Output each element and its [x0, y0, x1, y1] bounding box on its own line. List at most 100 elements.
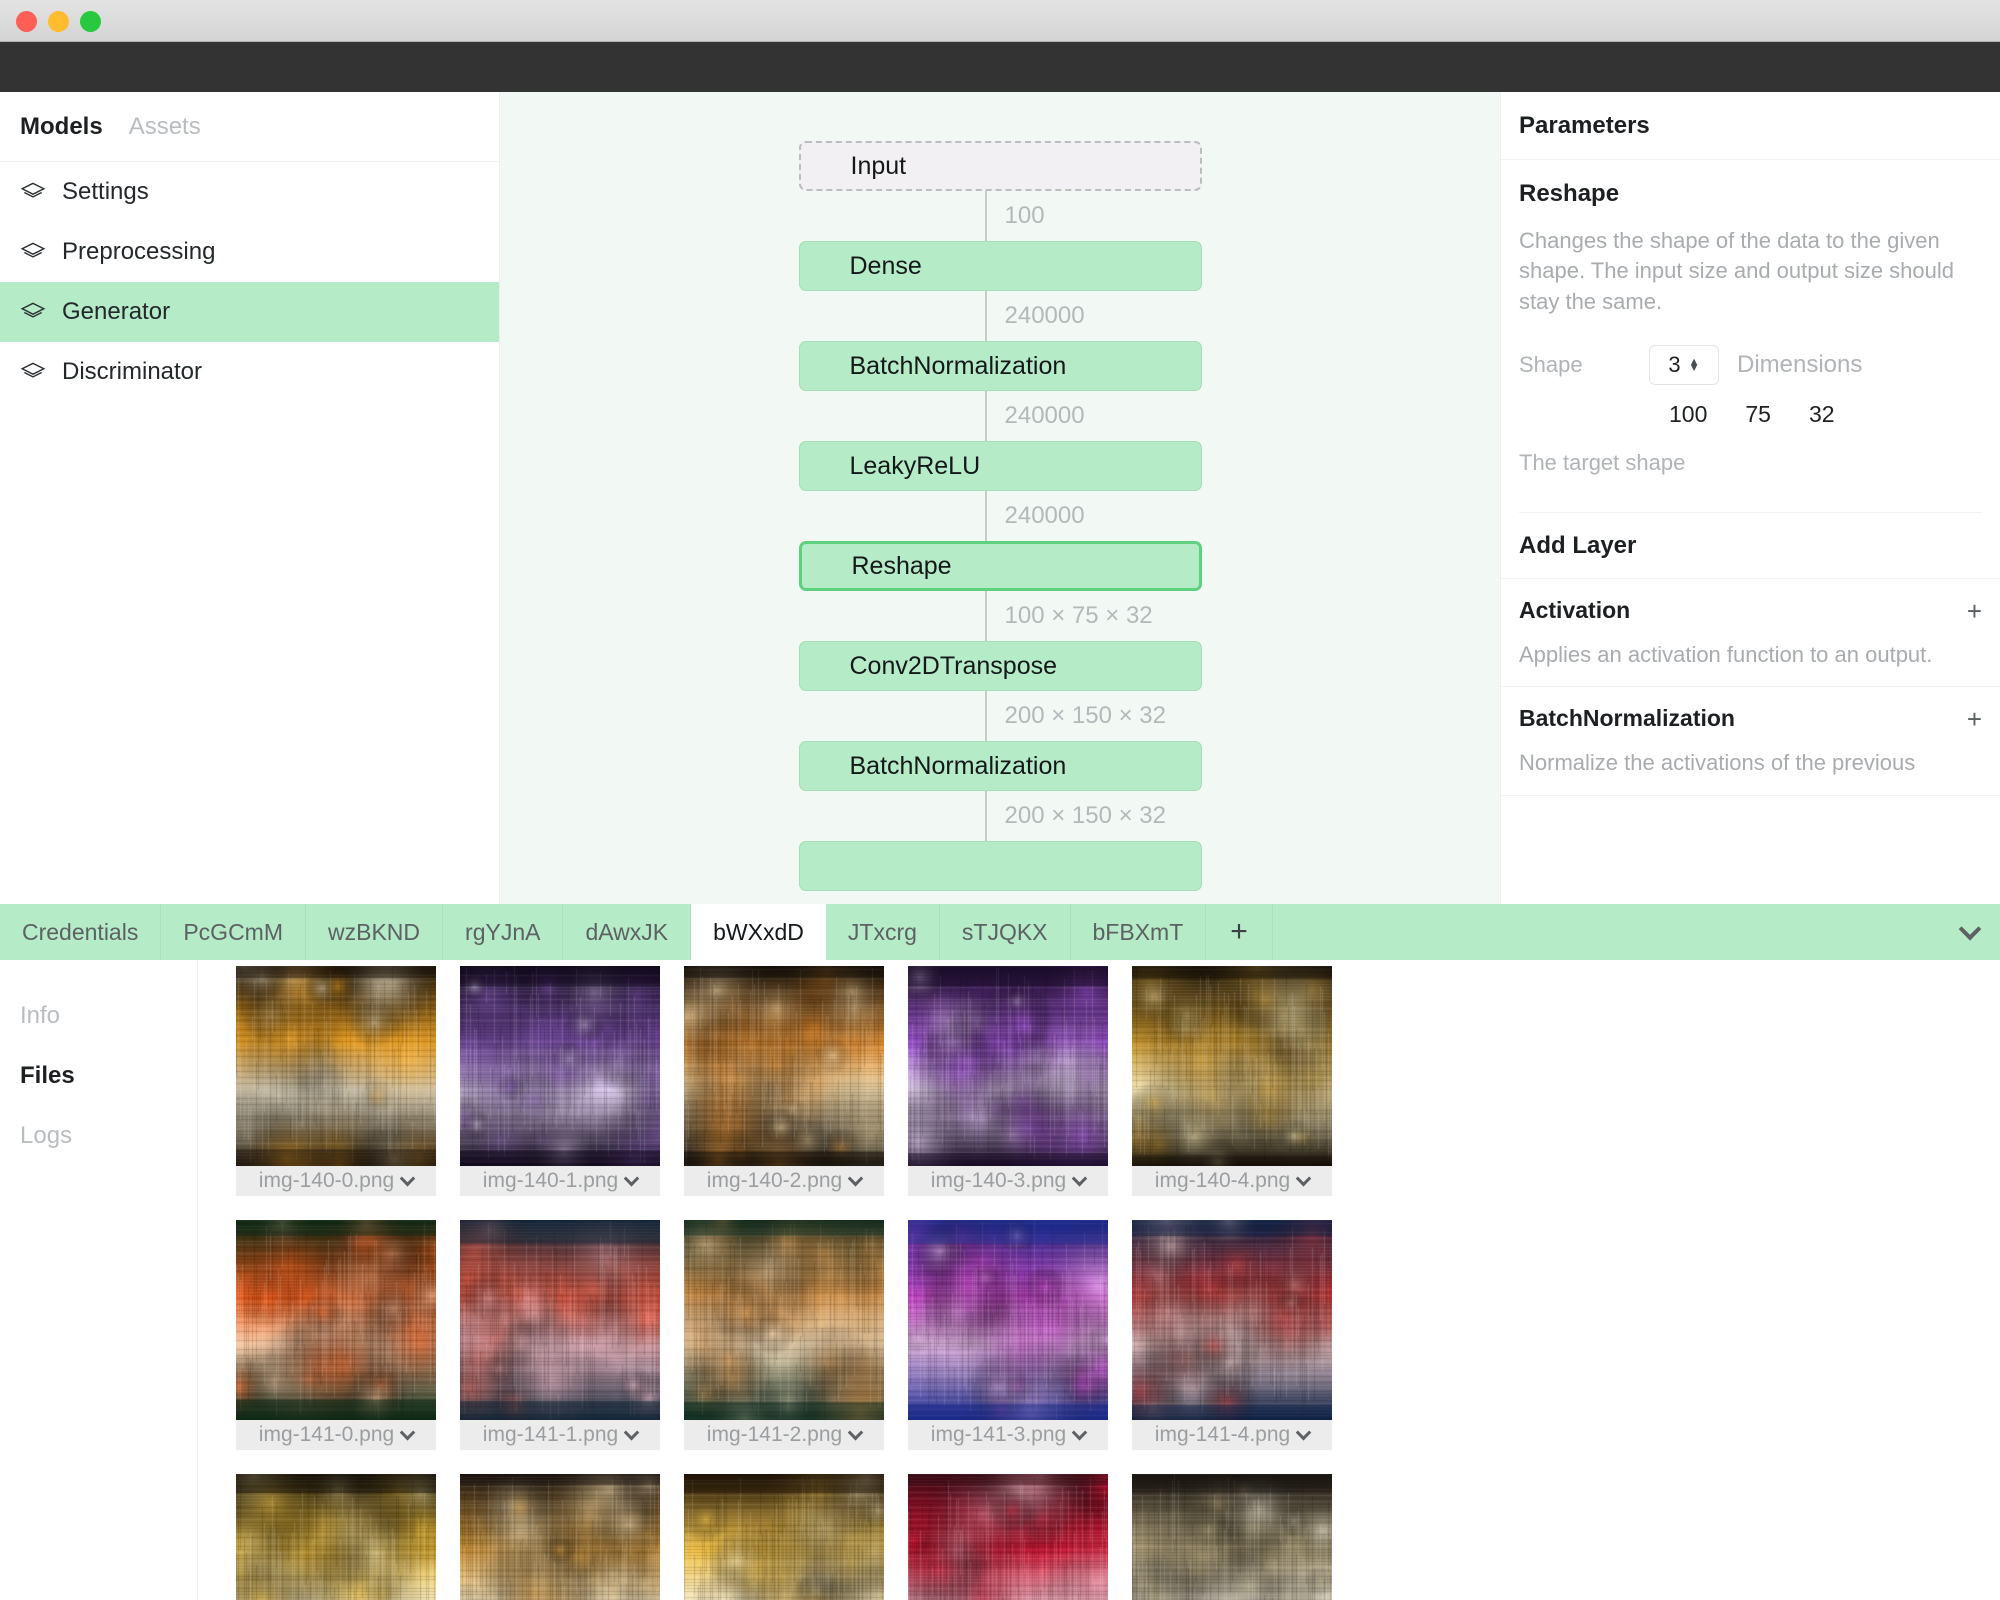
drawer-tab-credentials[interactable]: Credentials	[0, 904, 162, 960]
chevron-down-icon[interactable]	[399, 1170, 416, 1186]
file-caption[interactable]: img-141-3.png	[908, 1420, 1108, 1450]
file-thumbnail[interactable]	[236, 966, 436, 1166]
add-layer-item-activation[interactable]: Activation + Applies an activation funct…	[1501, 579, 2000, 688]
file-thumbnail[interactable]	[684, 1220, 884, 1420]
sidebar-item-discriminator[interactable]: Discriminator	[0, 342, 499, 402]
file-caption[interactable]: img-140-0.png	[236, 1166, 436, 1196]
drawer-nav-logs[interactable]: Logs	[0, 1122, 197, 1182]
file-cell[interactable]: img-142-2.png	[684, 1474, 884, 1600]
sidebar-item-generator[interactable]: Generator	[0, 282, 499, 342]
shape-dim-2[interactable]: 32	[1809, 401, 1835, 428]
chevron-down-icon[interactable]	[847, 1170, 864, 1186]
graph-edge: 100	[799, 191, 1202, 241]
minimize-button[interactable]	[48, 11, 69, 32]
sidebar-item-label: Settings	[62, 178, 149, 205]
file-cell[interactable]: img-141-1.png	[460, 1220, 660, 1450]
drawer-tab-bfbxmt[interactable]: bFBXmT	[1071, 904, 1207, 960]
graph-node-conv2dtranspose[interactable]: Conv2DTranspose	[798, 641, 1202, 691]
drawer-tab-dawxjk[interactable]: dAwxJK	[563, 904, 692, 960]
file-thumbnail[interactable]	[236, 1474, 436, 1600]
file-thumbnail[interactable]	[908, 1474, 1108, 1600]
file-cell[interactable]: img-140-0.png	[236, 966, 436, 1196]
shape-dimensions-stepper[interactable]: 3 ▲ ▼	[1649, 345, 1719, 386]
tab-models[interactable]: Models	[20, 113, 103, 141]
add-tab-button[interactable]: +	[1206, 904, 1273, 960]
chevron-down-icon[interactable]	[623, 1424, 640, 1440]
file-cell[interactable]: img-141-2.png	[684, 1220, 884, 1450]
chevron-down-icon[interactable]	[623, 1170, 640, 1186]
graph-node-dense[interactable]: Dense	[798, 241, 1202, 291]
file-caption[interactable]: img-140-4.png	[1132, 1166, 1332, 1196]
file-cell[interactable]: img-142-4.png	[1132, 1474, 1332, 1600]
close-button[interactable]	[16, 11, 37, 32]
shape-dim-1[interactable]: 75	[1745, 401, 1771, 428]
file-thumbnail[interactable]	[684, 1474, 884, 1600]
stepper-arrows[interactable]: ▲ ▼	[1689, 357, 1700, 374]
drawer-tab-wzbknd[interactable]: wzBKND	[306, 904, 444, 960]
file-thumbnail[interactable]	[460, 966, 660, 1166]
plus-icon[interactable]: +	[1967, 706, 1982, 732]
add-layer-item-batchnormalization[interactable]: BatchNormalization + Normalize the activ…	[1501, 687, 2000, 796]
file-thumbnail[interactable]	[1132, 966, 1332, 1166]
file-thumbnail[interactable]	[460, 1474, 660, 1600]
edge-label: 240000	[1004, 502, 1085, 529]
file-thumbnail[interactable]	[684, 966, 884, 1166]
file-caption[interactable]: img-140-1.png	[460, 1166, 660, 1196]
drawer-nav-info[interactable]: Info	[0, 1002, 197, 1062]
drawer-nav-files[interactable]: Files	[0, 1062, 197, 1122]
chevron-down-icon[interactable]	[1071, 1170, 1088, 1186]
chevron-down-icon[interactable]	[1071, 1424, 1088, 1440]
graph-node-reshape[interactable]: Reshape	[798, 541, 1202, 591]
chevron-down-icon[interactable]	[847, 1424, 864, 1440]
file-cell[interactable]: img-140-4.png	[1132, 966, 1332, 1196]
file-cell[interactable]: img-141-0.png	[236, 1220, 436, 1450]
drawer-tab-bwxxdd[interactable]: bWXxdD	[691, 904, 826, 960]
chevron-down-icon[interactable]	[1295, 1424, 1312, 1440]
shape-dim-0[interactable]: 100	[1669, 401, 1707, 428]
graph-node-batchnormalization[interactable]: BatchNormalization	[798, 341, 1202, 391]
drawer-tab-rgyjna[interactable]: rgYJnA	[443, 904, 564, 960]
edge-label: 200 × 150 × 32	[1004, 802, 1166, 829]
maximize-button[interactable]	[80, 11, 101, 32]
chevron-down-icon[interactable]	[399, 1424, 416, 1440]
file-caption[interactable]: img-140-3.png	[908, 1166, 1108, 1196]
graph-node-batchnormalization-2[interactable]: BatchNormalization	[798, 741, 1202, 791]
graph-node-next-partial[interactable]	[798, 841, 1202, 891]
file-thumbnail[interactable]	[1132, 1220, 1332, 1420]
file-name: img-141-4.png	[1154, 1423, 1291, 1446]
shape-dimension-values: 100 75 32	[1519, 401, 1982, 428]
file-caption[interactable]: img-140-2.png	[684, 1166, 884, 1196]
file-cell[interactable]: img-141-4.png	[1132, 1220, 1332, 1450]
file-thumbnail[interactable]	[908, 966, 1108, 1166]
tab-assets[interactable]: Assets	[129, 113, 201, 141]
sidebar-item-preprocessing[interactable]: Preprocessing	[0, 222, 499, 282]
file-cell[interactable]: img-140-3.png	[908, 966, 1108, 1196]
file-cell[interactable]: img-142-3.png	[908, 1474, 1108, 1600]
plus-icon[interactable]: +	[1967, 598, 1982, 624]
file-thumbnail[interactable]	[1132, 1474, 1332, 1600]
graph-node-input[interactable]: Input	[798, 141, 1202, 191]
file-cell[interactable]: img-142-0.png	[236, 1474, 436, 1600]
file-cell[interactable]: img-142-1.png	[460, 1474, 660, 1600]
file-cell[interactable]: img-141-3.png	[908, 1220, 1108, 1450]
sidebar-item-settings[interactable]: Settings	[0, 162, 499, 222]
file-caption[interactable]: img-141-2.png	[684, 1420, 884, 1450]
file-thumbnail[interactable]	[460, 1220, 660, 1420]
stepper-down-icon[interactable]: ▼	[1689, 363, 1700, 374]
bottom-drawer: Credentials PcGCmM wzBKND rgYJnA dAwxJK …	[0, 904, 2000, 1600]
file-cell[interactable]: img-140-2.png	[684, 966, 884, 1196]
drawer-tab-jtxcrg[interactable]: JTxcrg	[826, 904, 940, 960]
collapse-drawer-button[interactable]	[1958, 904, 1982, 960]
file-grid: img-140-0.png img-140-1.png img-140-2.png i…	[198, 960, 2000, 1600]
graph-node-leakyrelu[interactable]: LeakyReLU	[798, 441, 1202, 491]
file-caption[interactable]: img-141-1.png	[460, 1420, 660, 1450]
drawer-tab-stjqkx[interactable]: sTJQKX	[940, 904, 1071, 960]
file-thumbnail[interactable]	[236, 1220, 436, 1420]
chevron-down-icon[interactable]	[1295, 1170, 1312, 1186]
file-cell[interactable]: img-140-1.png	[460, 966, 660, 1196]
file-thumbnail[interactable]	[908, 1220, 1108, 1420]
drawer-tab-pcgcmm[interactable]: PcGCmM	[161, 904, 307, 960]
model-graph-canvas[interactable]: Input 100 Dense 240000 BatchNormalizatio…	[500, 92, 1500, 904]
file-caption[interactable]: img-141-0.png	[236, 1420, 436, 1450]
file-caption[interactable]: img-141-4.png	[1132, 1420, 1332, 1450]
